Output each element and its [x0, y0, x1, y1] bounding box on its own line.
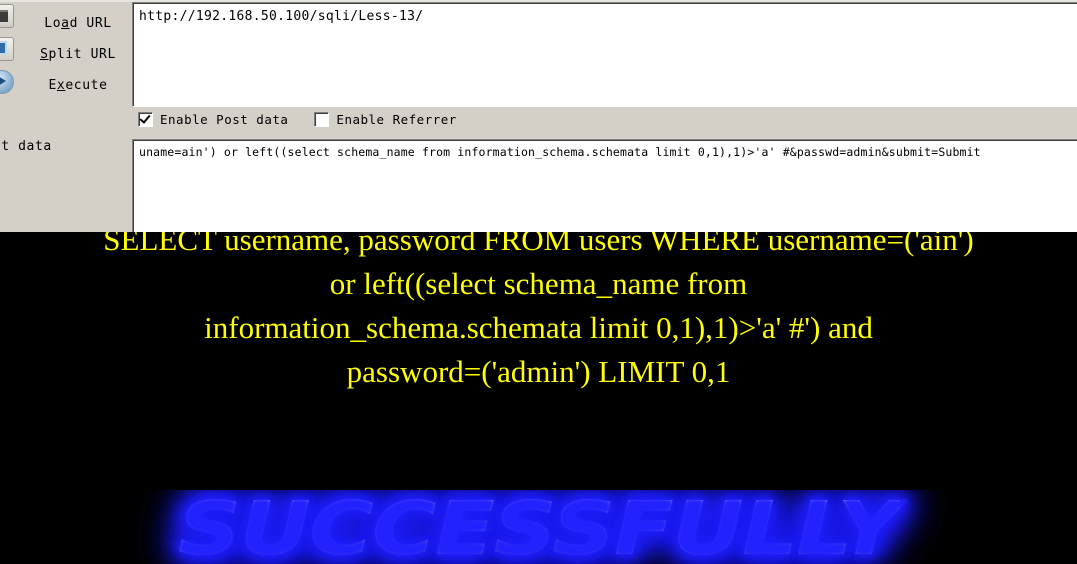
sql-query-line-4: password=('admin') LIMIT 0,1: [346, 354, 731, 389]
enable-referrer-label: Enable Referrer: [336, 112, 457, 127]
toolbar-command-list: Load URL Split URL Execute: [28, 8, 128, 101]
execute-label-post: ecute: [65, 78, 108, 93]
toolbar-icon-column: [0, 4, 16, 103]
url-input[interactable]: http://192.168.50.100/sqli/Less-13/: [132, 2, 1077, 107]
sql-query-echo: SELECT username, password FROM users WHE…: [0, 232, 1077, 394]
url-input-value: http://192.168.50.100/sqli/Less-13/: [139, 9, 424, 24]
split-url-button[interactable]: Split URL: [28, 39, 128, 70]
screenshot-root: Load URL Split URL Execute Post data htt…: [0, 0, 1077, 564]
split-url-icon[interactable]: [0, 37, 14, 61]
enable-post-data-checkbox-box[interactable]: [138, 112, 153, 127]
enable-referrer-checkbox[interactable]: Enable Referrer: [314, 112, 456, 127]
post-data-field-label: Post data: [0, 139, 52, 154]
load-url-label-post: d URL: [69, 16, 112, 31]
execute-button[interactable]: Execute: [28, 70, 128, 101]
post-data-input[interactable]: uname=ain') or left((select schema_name …: [132, 139, 1077, 232]
enable-referrer-checkbox-box[interactable]: [314, 112, 330, 127]
execute-label-pre: E: [48, 78, 57, 93]
result-banner-wrap: SUCCESSFULLY: [0, 490, 1077, 564]
split-url-label-post: plit URL: [48, 47, 116, 62]
load-url-label-key: a: [61, 16, 70, 31]
toolbar-checkbox-row: Enable Post data Enable Referrer: [138, 112, 457, 127]
sql-query-line-3: information_schema.schemata limit 0,1),1…: [204, 310, 873, 345]
post-data-input-value: uname=ain') or left((select schema_name …: [139, 145, 981, 159]
sql-query-line-2: or left((select schema_name from: [329, 266, 748, 301]
load-url-label-pre: Lo: [44, 16, 62, 31]
hackbar-toolbar: Load URL Split URL Execute Post data htt…: [0, 0, 1077, 232]
enable-post-data-label: Enable Post data: [160, 112, 289, 127]
browser-page-body: SELECT username, password FROM users WHE…: [0, 232, 1077, 564]
enable-post-data-checkbox[interactable]: Enable Post data: [138, 112, 288, 127]
load-url-button[interactable]: Load URL: [28, 8, 128, 39]
execute-icon[interactable]: [0, 70, 14, 94]
load-url-icon[interactable]: [0, 4, 14, 28]
split-url-label-key: S: [40, 47, 49, 62]
result-banner-successfully: SUCCESSFULLY: [178, 490, 901, 564]
sql-query-line-1: SELECT username, password FROM users WHE…: [103, 232, 974, 257]
